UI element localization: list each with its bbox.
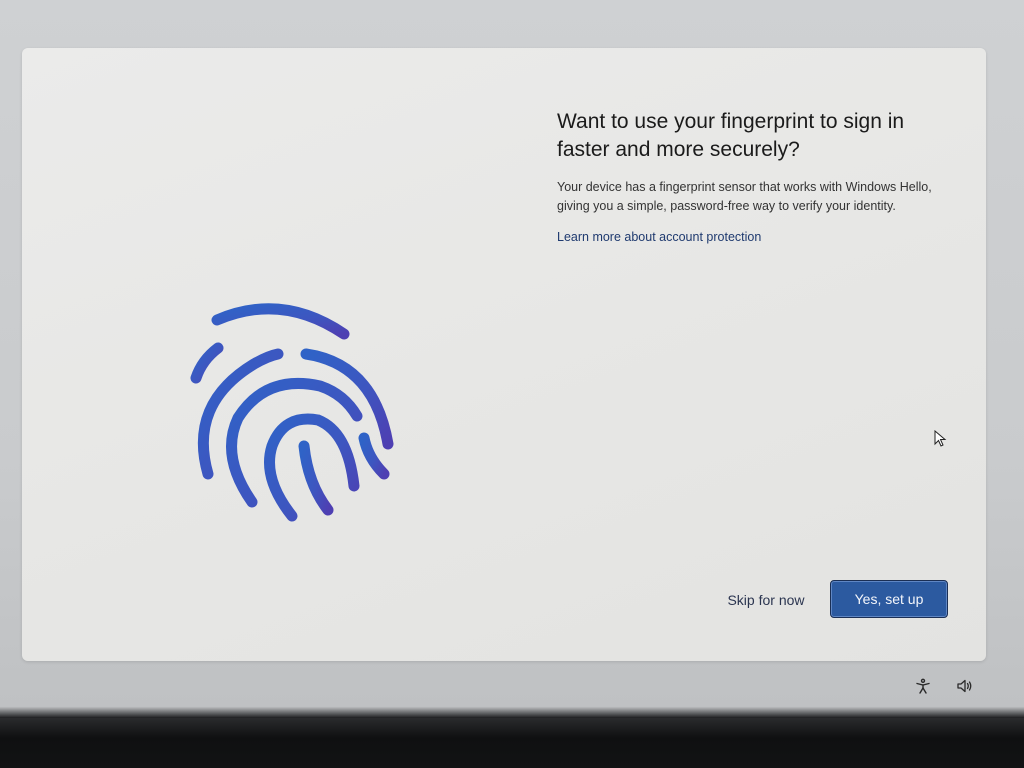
screen-bezel (0, 718, 1024, 768)
learn-more-link[interactable]: Learn more about account protection (557, 230, 761, 244)
oobe-dialog: Want to use your fingerprint to sign in … (22, 48, 986, 661)
volume-icon[interactable] (954, 676, 976, 696)
page-title: Want to use your fingerprint to sign in … (557, 110, 905, 161)
yes-setup-button[interactable]: Yes, set up (830, 580, 948, 618)
skip-button[interactable]: Skip for now (712, 584, 820, 616)
description-text: Your device has a fingerprint sensor tha… (557, 180, 932, 213)
mouse-pointer-icon (934, 430, 947, 447)
fingerprint-icon (190, 303, 394, 522)
content-area: Want to use your fingerprint to sign in … (557, 108, 957, 246)
accessibility-icon[interactable] (913, 676, 933, 696)
